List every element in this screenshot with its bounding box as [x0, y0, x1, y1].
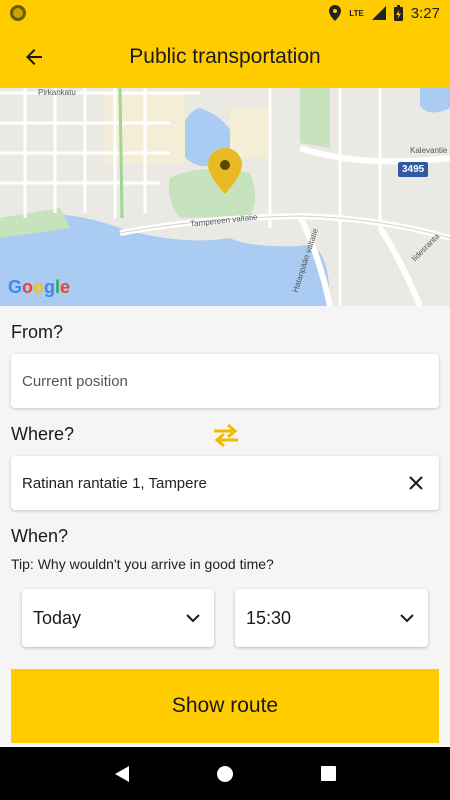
nav-recents-button[interactable] — [308, 754, 348, 794]
when-label: When? — [11, 526, 69, 546]
day-select[interactable]: Today — [22, 589, 214, 647]
battery-icon — [393, 5, 403, 21]
nav-back-icon — [114, 765, 129, 782]
chevron-down-icon — [183, 608, 203, 628]
back-button[interactable] — [14, 37, 54, 77]
map-view[interactable]: Pirkankatu Tampereen valtatie Hatanpään … — [0, 88, 450, 306]
nav-recents-icon — [320, 766, 336, 781]
app-notification-icon — [10, 5, 26, 21]
status-bar: LTE 3:27 — [0, 0, 450, 26]
route-number-badge: 3495 — [398, 162, 429, 177]
where-label: Where? — [11, 424, 75, 444]
clear-button[interactable] — [404, 471, 428, 495]
time-select-value: 15:30 — [246, 607, 292, 628]
time-select[interactable]: 15:30 — [235, 589, 428, 647]
system-nav-bar — [0, 747, 450, 800]
tip-text: Tip: Why wouldn't you arrive in good tim… — [11, 556, 274, 572]
google-logo: Google — [8, 277, 71, 297]
where-field[interactable]: Ratinan rantatie 1, Tampere — [11, 456, 439, 510]
day-select-value: Today — [33, 607, 82, 628]
from-label: From? — [11, 322, 64, 342]
swap-arrows-icon[interactable] — [210, 422, 242, 448]
route-form: From? Current position Where? Ratinan ra… — [0, 306, 450, 747]
show-route-button[interactable]: Show route — [11, 669, 439, 743]
chevron-down-icon — [397, 608, 417, 628]
nav-home-button[interactable] — [205, 754, 245, 794]
network-type: LTE — [349, 8, 364, 18]
from-field[interactable]: Current position — [11, 354, 439, 408]
map-label: Kalevantie — [410, 146, 448, 155]
close-icon — [409, 476, 423, 490]
status-icons: LTE 3:27 — [329, 5, 440, 22]
status-time: 3:27 — [410, 4, 440, 22]
map-graphic — [0, 88, 450, 306]
nav-back-button[interactable] — [102, 754, 142, 794]
from-placeholder: Current position — [22, 372, 128, 390]
signal-icon — [371, 6, 386, 20]
where-value: Ratinan rantatie 1, Tampere — [22, 474, 207, 492]
app-bar: Public transportation — [0, 26, 450, 88]
page-title: Public transportation — [129, 45, 321, 68]
location-icon — [329, 5, 342, 21]
map-label: Pirkankatu — [38, 88, 76, 97]
arrow-back-icon — [26, 49, 42, 65]
nav-home-icon — [216, 765, 233, 782]
